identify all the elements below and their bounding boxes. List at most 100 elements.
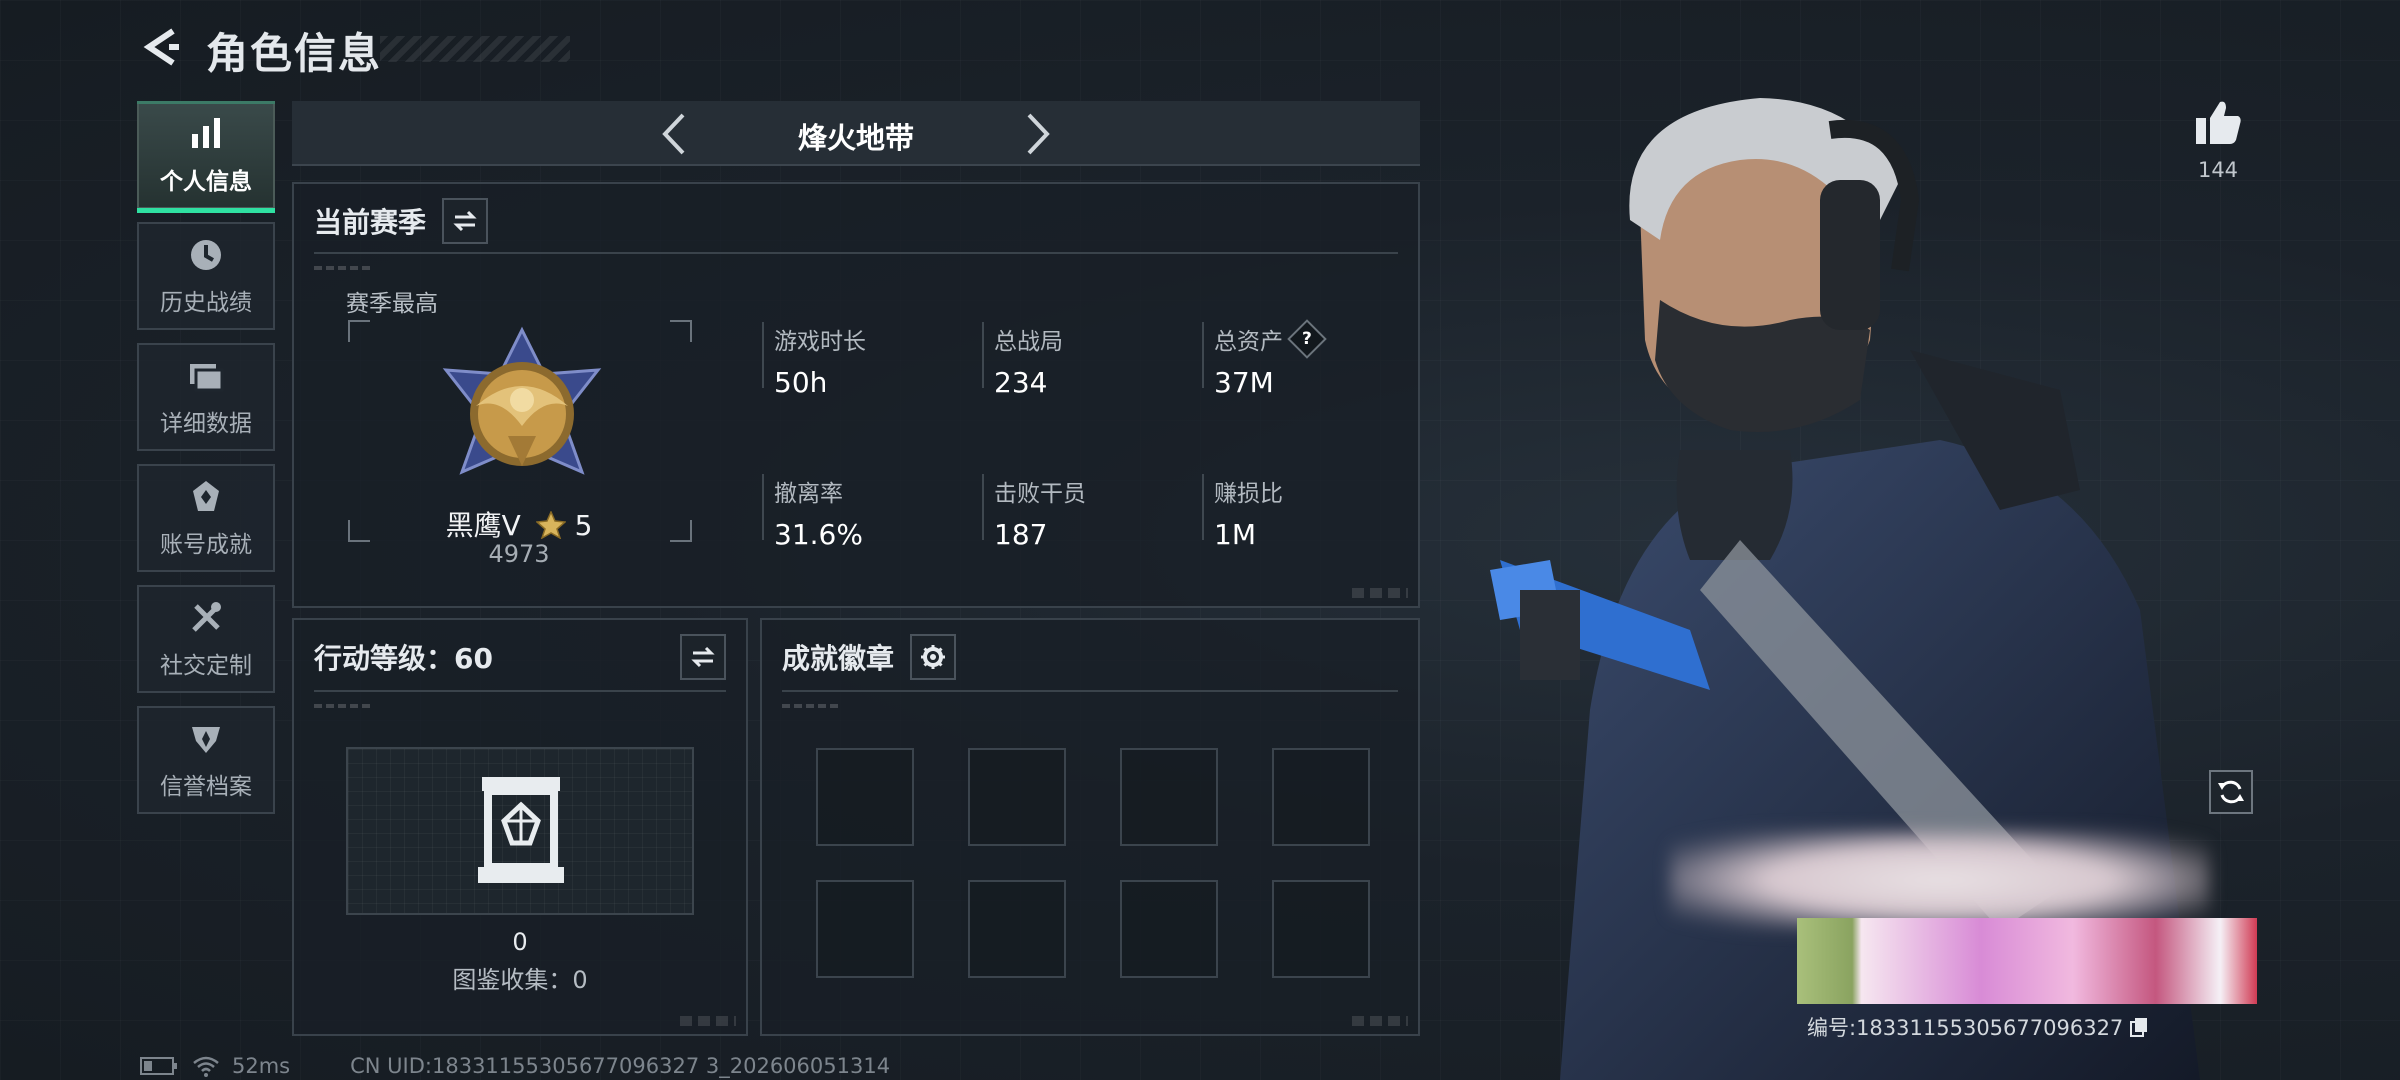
mode-selector: 烽火地带 [292, 101, 1420, 166]
name-card-image[interactable] [1797, 918, 2257, 1004]
achievements-settings-button[interactable] [910, 634, 957, 680]
refresh-icon [2218, 780, 2244, 804]
rank-name-row: 黑鹰Ⅴ 5 [294, 504, 744, 544]
collection-label: 图鉴收集：0 [452, 966, 588, 994]
badge-slot[interactable] [1272, 880, 1370, 978]
sidebar-item-label: 历史战绩 [160, 290, 252, 316]
decoration [782, 704, 842, 708]
stat-profit-ratio: 赚损比 1M [1202, 474, 1283, 551]
card-id: 编号:18331155305677096327 [1807, 1016, 2124, 1040]
chevron-right-icon [1027, 113, 1050, 155]
sidebar-item-history[interactable]: 历史战绩 [137, 222, 275, 330]
collection-display[interactable] [346, 747, 694, 915]
sidebar-item-social[interactable]: 社交定制 [137, 585, 275, 693]
sidebar-item-label: 信誉档案 [160, 774, 252, 800]
star-icon [534, 510, 567, 540]
badge-slot[interactable] [1272, 748, 1370, 846]
stat-label: 总资产 [1214, 329, 1283, 355]
folder-icon [186, 356, 226, 396]
badge-slot[interactable] [816, 880, 914, 978]
tools-icon [186, 598, 226, 638]
swap-icon [691, 646, 715, 668]
decoration [1352, 588, 1408, 598]
stat-value: 50h [774, 366, 828, 399]
season-title: 当前赛季 [314, 206, 427, 239]
badge-slot[interactable] [968, 748, 1066, 846]
mode-next-button[interactable] [1016, 111, 1060, 157]
stat-label-row: 总资产 ? [1214, 319, 1327, 359]
page-title: 角色信息 [206, 29, 383, 78]
sidebar-item-label: 个人信息 [160, 169, 252, 195]
sidebar: 个人信息 历史战绩 详细数据 账号成就 社交定制 信誉档案 [137, 101, 275, 827]
rank-emblem-icon [442, 326, 602, 475]
stat-total-matches: 总战局 234 [982, 322, 1063, 399]
stat-play-time: 游戏时长 50h [762, 322, 866, 399]
back-arrow-icon [143, 28, 179, 66]
action-level-panel: 行动等级：60 0 图鉴收集：0 [292, 618, 748, 1036]
divider [314, 252, 1398, 254]
like-count: 144 [2197, 158, 2239, 182]
gear-icon [921, 645, 946, 669]
sidebar-item-profile[interactable]: 个人信息 [137, 101, 275, 213]
title-decoration [380, 36, 570, 62]
status-footer: 52ms CN UID:18331155305677096327 3_20260… [140, 1054, 890, 1078]
wifi-icon [193, 1056, 219, 1077]
season-panel: 当前赛季 赛季最高 黑鹰Ⅴ 5 4973 游戏时长 50h 总战局 234 总资… [292, 182, 1420, 608]
stat-operators-defeated: 击败干员 187 [982, 474, 1086, 551]
stat-label: 击败干员 [994, 481, 1086, 507]
bar-chart-icon [186, 114, 226, 154]
achievement-icon [186, 477, 226, 517]
ping-value: 52ms [232, 1054, 291, 1078]
stat-label: 赚损比 [1214, 481, 1283, 507]
badge-slot[interactable] [816, 748, 914, 846]
back-button[interactable] [136, 22, 186, 72]
like-button[interactable] [2192, 96, 2244, 148]
stat-value: 37M [1214, 366, 1274, 399]
badge-slot[interactable] [1120, 748, 1218, 846]
stat-label: 总战局 [994, 329, 1063, 355]
season-switch-button[interactable] [442, 198, 489, 244]
badge-slot[interactable] [1120, 880, 1218, 978]
sidebar-item-details[interactable]: 详细数据 [137, 343, 275, 451]
rank-score: 4973 [488, 540, 550, 568]
swap-icon [453, 210, 477, 232]
decoration [680, 1016, 736, 1026]
clock-icon [186, 235, 226, 275]
stat-value: 1M [1214, 518, 1256, 551]
card-id-row: 编号:18331155305677096327 [1807, 1012, 2149, 1042]
collection-value: 0 [512, 928, 528, 956]
sidebar-item-label: 账号成就 [160, 532, 252, 558]
badge-slot[interactable] [968, 880, 1066, 978]
divider [314, 690, 726, 692]
divider [782, 690, 1398, 692]
stat-value: 187 [994, 518, 1048, 551]
question-icon: ? [1302, 329, 1312, 349]
achievements-panel: 成就徽章 [760, 618, 1420, 1036]
uid-text: CN UID:18331155305677096327 3_2026060513… [350, 1054, 891, 1078]
mode-name: 烽火地带 [797, 121, 914, 155]
refresh-button[interactable] [2209, 770, 2253, 814]
rank-name: 黑鹰Ⅴ [445, 509, 521, 542]
card-blur-overlay [1670, 830, 2210, 930]
collection-case-icon [478, 777, 564, 883]
stat-label: 撤离率 [774, 481, 843, 507]
rank-stars: 5 [574, 509, 593, 542]
sidebar-item-reputation[interactable]: 信誉档案 [137, 706, 275, 814]
reputation-icon [186, 719, 226, 759]
thumbs-up-icon [2196, 101, 2241, 144]
sidebar-item-label: 社交定制 [160, 653, 252, 679]
battery-icon [140, 1057, 177, 1075]
decoration [314, 266, 374, 270]
achievements-title: 成就徽章 [782, 642, 895, 675]
stat-value: 31.6% [774, 518, 863, 551]
season-subtitle: 赛季最高 [346, 291, 438, 317]
action-level-title: 行动等级：60 [314, 642, 493, 675]
stat-extraction-rate: 撤离率 31.6% [762, 474, 863, 551]
stat-total-assets: 总资产 ? 37M [1202, 319, 1327, 399]
sidebar-item-achievements[interactable]: 账号成就 [137, 464, 275, 572]
action-level-switch-button[interactable] [680, 634, 726, 680]
help-button[interactable]: ? [1287, 319, 1327, 359]
copy-icon[interactable] [2129, 1016, 2149, 1038]
decoration [1352, 1016, 1408, 1026]
decoration [314, 704, 374, 708]
